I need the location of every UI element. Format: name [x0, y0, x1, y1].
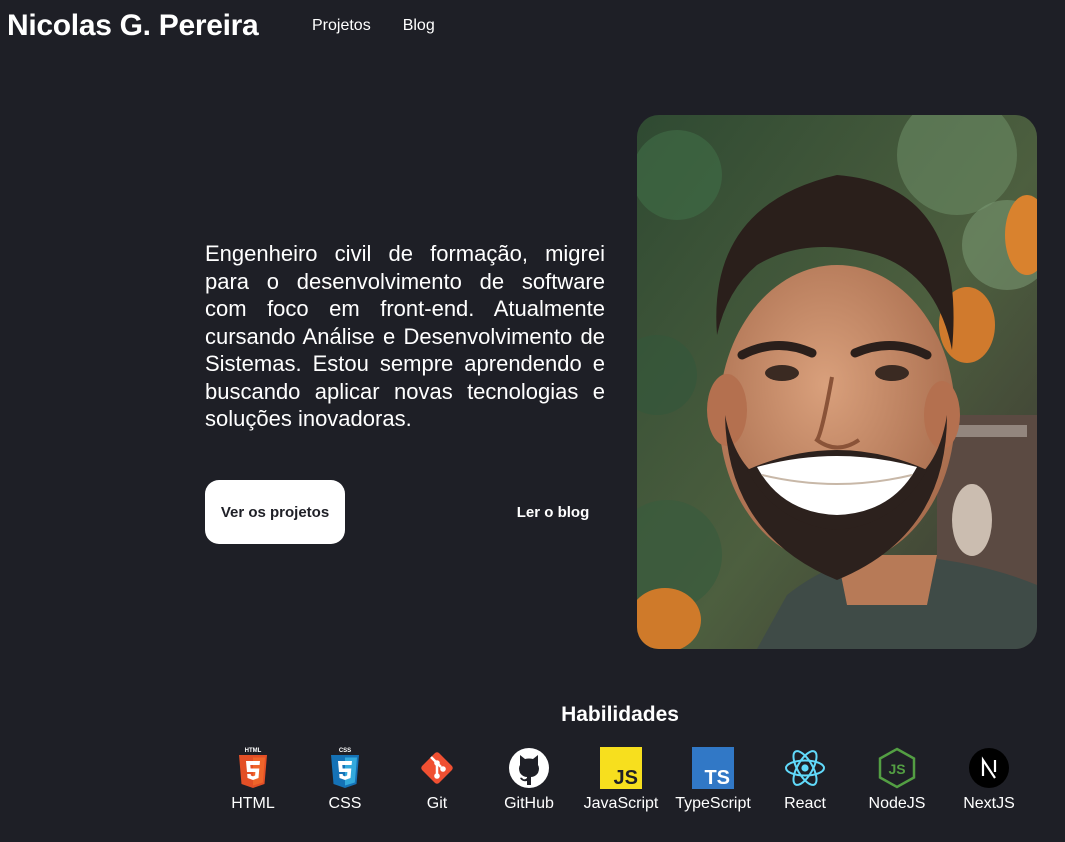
site-title[interactable]: Nicolas G. Pereira — [7, 8, 259, 44]
skill-git: Git — [391, 746, 483, 814]
typescript-icon: TS — [691, 746, 735, 790]
skill-typescript: TS TypeScript — [667, 746, 759, 814]
svg-text:JS: JS — [888, 761, 905, 777]
skill-label: NextJS — [963, 795, 1015, 812]
skill-javascript: JS JavaScript — [575, 746, 667, 814]
skill-html: HTML HTML — [207, 746, 299, 814]
svg-text:CSS: CSS — [339, 748, 351, 754]
intro-text: Engenheiro civil de formação, migrei par… — [205, 241, 605, 431]
git-icon — [415, 746, 459, 790]
skills-title: Habilidades — [561, 703, 679, 726]
main-nav: Projetos Blog — [312, 16, 435, 36]
skill-label: HTML — [231, 795, 275, 812]
skill-label: Git — [426, 795, 448, 812]
html5-icon: HTML — [231, 746, 275, 790]
skill-label: CSS — [328, 795, 362, 812]
nextjs-icon — [967, 746, 1011, 790]
skill-css: CSS CSS — [299, 746, 391, 814]
profile-photo — [637, 115, 1037, 649]
skill-label: React — [784, 795, 826, 812]
skill-github: GitHub — [483, 746, 575, 814]
skill-label: JavaScript — [583, 795, 659, 812]
view-projects-button[interactable]: Ver os projetos — [205, 480, 345, 544]
skill-nodejs: JS NodeJS — [851, 746, 943, 814]
skill-nextjs: NextJS — [943, 746, 1035, 814]
nodejs-icon: JS — [875, 746, 919, 790]
skill-label: GitHub — [504, 795, 554, 812]
skill-react: React — [759, 746, 851, 814]
svg-text:JS: JS — [614, 767, 638, 789]
svg-text:HTML: HTML — [245, 748, 262, 754]
nav-link-blog[interactable]: Blog — [403, 16, 435, 36]
skill-label: NodeJS — [868, 795, 926, 812]
nav-link-projetos[interactable]: Projetos — [312, 16, 371, 36]
skills-list: HTML HTML CSS CSS Git GitHub JS JavaScri… — [207, 746, 1035, 814]
read-blog-button[interactable]: Ler o blog — [488, 480, 618, 544]
react-icon — [783, 746, 827, 790]
javascript-icon: JS — [599, 746, 643, 790]
skill-label: TypeScript — [675, 795, 751, 812]
github-icon — [507, 746, 551, 790]
svg-text:TS: TS — [704, 767, 730, 789]
css3-icon: CSS — [323, 746, 367, 790]
